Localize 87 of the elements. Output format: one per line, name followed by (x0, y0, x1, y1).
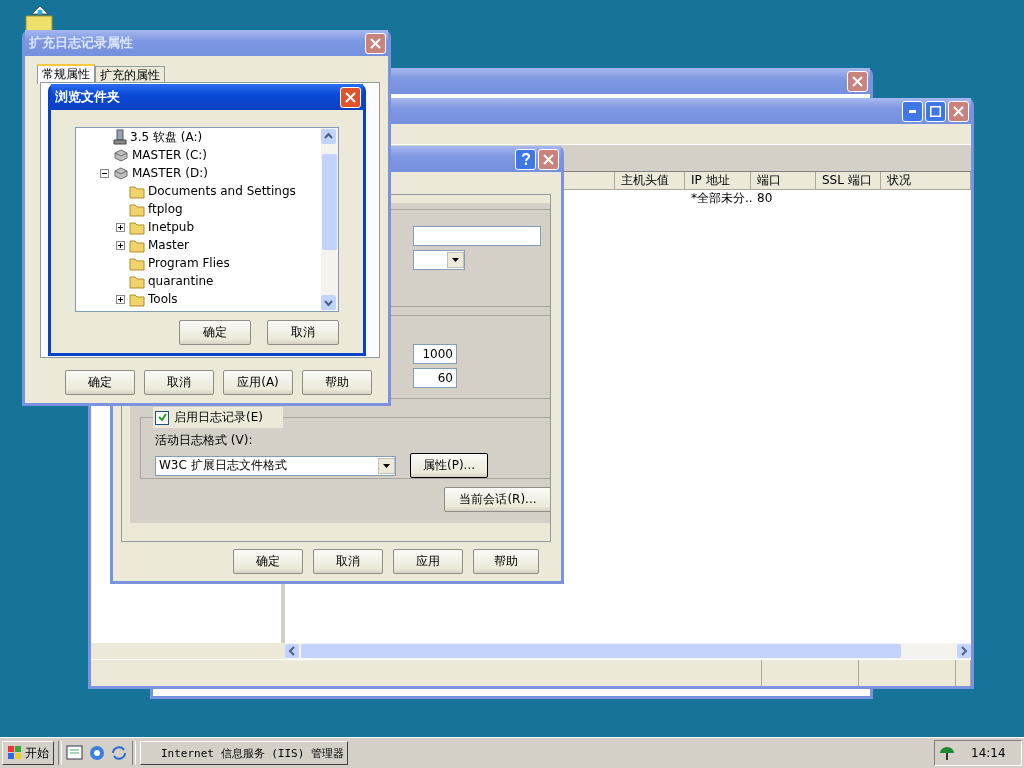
refresh-icon[interactable] (110, 744, 128, 762)
column-header[interactable]: IP 地址 (685, 172, 751, 189)
taskbar-button[interactable]: Internet 信息服务 (IIS) 管理器 (140, 741, 348, 765)
tree-item[interactable]: Program Flies (148, 256, 230, 270)
expand-icon[interactable] (116, 222, 125, 232)
maximize-button[interactable] (925, 100, 946, 122)
start-button[interactable]: 开始 (2, 741, 54, 765)
folder-icon (129, 201, 145, 217)
close-button[interactable] (538, 148, 559, 170)
scroll-left-icon (285, 644, 299, 658)
hard-drive-icon (113, 166, 129, 180)
windows-flag-icon (7, 745, 23, 761)
tree-item[interactable]: Master (148, 238, 189, 252)
dialog-button[interactable]: 确定 (233, 549, 303, 574)
dropdown[interactable] (413, 250, 465, 270)
close-icon (370, 37, 381, 49)
close-button[interactable] (948, 100, 969, 122)
close-icon (953, 105, 964, 117)
log-format-dropdown[interactable]: W3C 扩展日志文件格式 (155, 455, 396, 476)
close-icon (543, 153, 554, 165)
window-title: 扩充日志记录属性 (29, 34, 134, 52)
dialog-button[interactable]: 取消 (313, 549, 383, 574)
tree-item[interactable]: quarantine (148, 274, 214, 288)
dialog-button[interactable]: 应用 (393, 549, 463, 574)
hard-drive-icon (113, 148, 129, 162)
dropdown-arrow-icon (378, 457, 395, 474)
number-field[interactable]: 1000 (413, 344, 457, 364)
column-header[interactable]: 主机头值 (615, 172, 685, 189)
minimize-button[interactable] (902, 100, 923, 122)
maximize-icon (930, 105, 941, 117)
tree-item[interactable]: Inetpub (148, 220, 195, 234)
folder-icon (129, 183, 145, 199)
column-header[interactable]: 端口 (751, 172, 816, 189)
tree-item[interactable]: Documents and Settings (148, 184, 296, 198)
dialog-button[interactable]: 取消 (144, 370, 214, 395)
dialog-button[interactable]: 帮助 (302, 370, 372, 395)
collapse-icon[interactable] (100, 168, 109, 178)
folder-icon (129, 219, 145, 235)
checkmark-icon (157, 413, 167, 422)
window-title: 浏览文件夹 (55, 88, 121, 106)
help-icon (521, 153, 530, 165)
folder-tree[interactable]: 3.5 软盘 (A:) MASTER (C:) MASTER (D:) Documents and Settings ftplog Inetpub Master Program Flies quarantine Tools (75, 127, 339, 312)
table-cell-text: 80 (756, 190, 774, 207)
tree-item[interactable]: MASTER (D:) (132, 166, 208, 180)
clock[interactable]: 14:14 (971, 746, 1006, 760)
scroll-up-icon (321, 129, 336, 144)
close-icon (852, 75, 863, 87)
close-button[interactable] (365, 32, 386, 54)
folder-icon (129, 255, 145, 271)
dialog-button[interactable]: 帮助 (473, 549, 539, 574)
dialog-button[interactable]: 确定 (179, 320, 251, 345)
close-icon (345, 91, 356, 103)
text-field[interactable] (413, 226, 541, 246)
tab[interactable]: 常规属性 (37, 64, 95, 84)
tree-item[interactable]: Tools (148, 292, 178, 306)
column-header[interactable]: 状况 (881, 172, 971, 189)
dialog-button[interactable]: 确定 (65, 370, 135, 395)
help-button[interactable] (515, 148, 536, 170)
field-label: 活动日志格式 (V): (155, 432, 254, 449)
number-field[interactable]: 60 (413, 368, 457, 388)
tree-item[interactable]: 3.5 软盘 (A:) (130, 128, 203, 146)
tree-item[interactable]: MASTER (C:) (132, 148, 208, 162)
close-button[interactable] (847, 70, 868, 92)
horizontal-scrollbar[interactable] (285, 643, 971, 659)
desktop-icon[interactable] (66, 744, 84, 762)
folder-icon (129, 291, 145, 307)
tree-item[interactable]: ftplog (148, 202, 183, 216)
folder-icon (129, 237, 145, 253)
checkbox[interactable] (155, 410, 169, 425)
minimize-icon (909, 109, 916, 113)
floppy-drive-icon (113, 129, 127, 145)
scroll-right-icon (957, 644, 971, 658)
scroll-down-icon (321, 295, 336, 310)
expand-icon[interactable] (116, 240, 125, 250)
close-button[interactable] (340, 86, 361, 108)
properties-button[interactable]: 属性(P)... (410, 453, 488, 478)
dialog-button[interactable]: 取消 (267, 320, 339, 345)
dialog-button[interactable]: 应用(A) (223, 370, 293, 395)
column-header[interactable]: SSL 端口 (816, 172, 881, 189)
browser-icon[interactable] (88, 744, 106, 762)
dropdown-arrow-icon (447, 252, 464, 268)
umbrella-icon[interactable] (939, 745, 955, 761)
folder-icon (129, 273, 145, 289)
current-sessions-button[interactable]: 当前会话(R)... (444, 487, 550, 512)
table-cell-text: *全部未分.. (690, 190, 751, 207)
vertical-scrollbar[interactable] (321, 128, 338, 311)
expand-icon[interactable] (116, 294, 125, 304)
